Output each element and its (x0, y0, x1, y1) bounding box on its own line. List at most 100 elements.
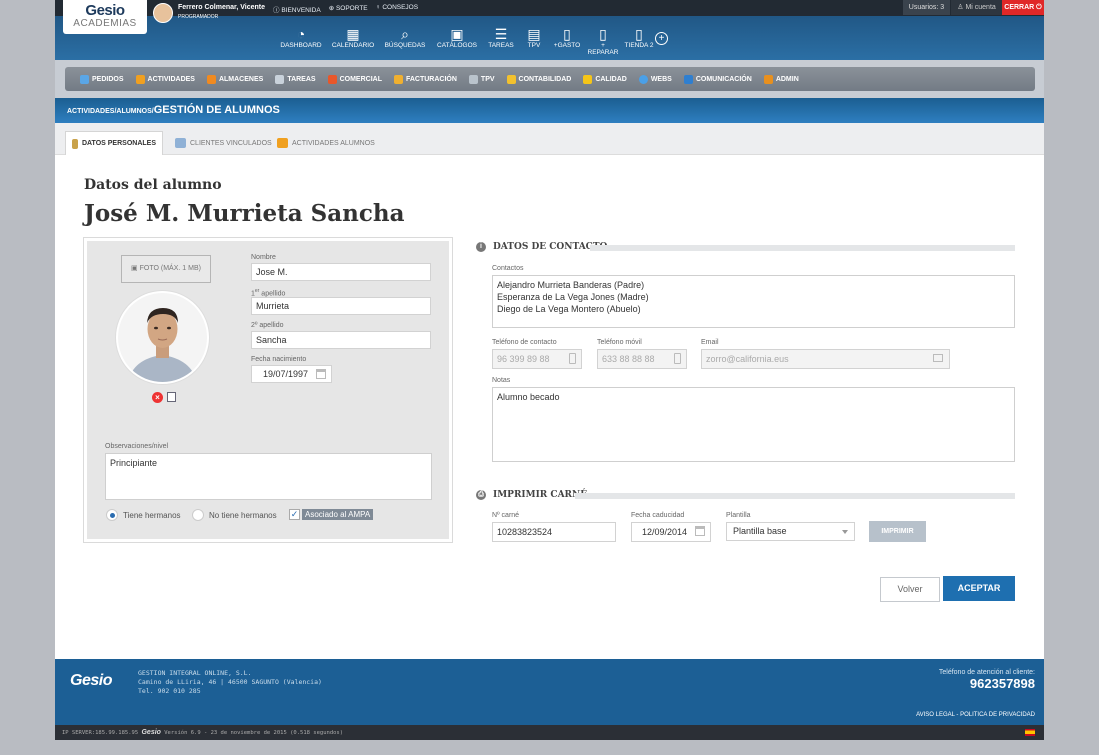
student-photo (116, 291, 209, 384)
notas-field[interactable]: Alumno becado (492, 387, 1015, 462)
observaciones-label: Observaciones/nivel (105, 443, 169, 450)
module-tareas[interactable]: TAREAS (275, 74, 316, 84)
module-facturacion[interactable]: FACTURACIÓN (393, 74, 457, 84)
bottom-logo: Gesio (141, 729, 161, 736)
mi-cuenta-link[interactable]: ♙ Mi cuenta (951, 0, 1002, 15)
imprimir-button[interactable]: IMPRIMIR (869, 521, 926, 542)
module-comunicacion[interactable]: COMUNICACIÓN (683, 74, 752, 84)
observaciones-field[interactable]: Principiante (105, 453, 432, 500)
module-calidad[interactable]: CALIDAD (583, 74, 627, 84)
nav-dashboard[interactable]: ◔ DASHBOARD (275, 26, 327, 56)
apellido2-field[interactable]: Sancha (251, 331, 431, 349)
tab-actividades-alumnos[interactable]: ACTIVIDADES ALUMNOS (271, 131, 381, 155)
section-divider (590, 245, 1015, 251)
nav-reparar[interactable]: ▯ + REPARAR (585, 26, 621, 56)
user-icon: ♙ (957, 4, 964, 11)
add-shortcut-icon[interactable]: + (655, 32, 668, 45)
personal-data-inner: ▣ FOTO (MÁX. 1 MB) × Nombre Jose M. 1er … (87, 241, 449, 539)
tab-clientes-vinculados[interactable]: CLIENTES VINCULADOS (169, 131, 278, 155)
soporte-link[interactable]: ⊕ SOPORTE (329, 4, 368, 14)
top-header: Gesio ACADEMIAS Ferrero Colmenar, Vicent… (55, 0, 1044, 60)
power-icon: ⏻ (1036, 4, 1042, 11)
plantilla-select[interactable]: Plantilla base (726, 522, 855, 541)
caducidad-label: Fecha caducidad (631, 512, 685, 519)
spain-flag-icon[interactable] (1025, 729, 1035, 736)
tpv-icon (468, 74, 478, 84)
module-comercial[interactable]: COMERCIAL (327, 74, 382, 84)
volver-button[interactable]: Volver (880, 577, 940, 602)
nav-tareas[interactable]: ☰ TAREAS (483, 26, 519, 56)
numero-carne-field[interactable]: 10283823524 (492, 522, 616, 542)
list-icon: ☰ (494, 26, 508, 42)
telefono-field[interactable]: 96 399 89 88 (492, 349, 582, 369)
nacimiento-field[interactable]: 19/07/1997 (251, 365, 332, 383)
image-icon: ▣ (131, 265, 138, 272)
users-count[interactable]: Usuarios: 3 (903, 0, 950, 15)
consejos-link[interactable]: ♀ CONSEJOS (376, 4, 418, 14)
caducidad-field[interactable]: 12/09/2014 (631, 522, 711, 542)
telefono-label: Teléfono de contacto (492, 339, 557, 346)
module-almacenes[interactable]: ALMACENES (206, 74, 263, 84)
star-icon (583, 74, 593, 84)
calendar-icon[interactable] (695, 526, 705, 536)
logout-label: CERRAR (1004, 4, 1035, 11)
movil-field[interactable]: 633 88 88 88 (597, 349, 687, 369)
avatar[interactable] (153, 3, 173, 23)
apellido1-label: 1er apellido (251, 288, 285, 297)
breadcrumb-alumnos[interactable]: ALUMNOS (116, 108, 151, 115)
delete-photo-icon[interactable]: × (152, 392, 163, 403)
breadcrumb: ACTIVIDADES/ALUMNOS/GESTIÓN DE ALUMNOS (67, 104, 280, 116)
upload-photo-button[interactable]: ▣ FOTO (MÁX. 1 MB) (121, 255, 211, 283)
module-pedidos[interactable]: PEDIDOS (80, 74, 124, 84)
apellido2-label: 2º apellido (251, 322, 284, 329)
module-contabilidad[interactable]: CONTABILIDAD (506, 74, 571, 84)
email-field[interactable]: zorro@california.eus (701, 349, 950, 369)
module-admin[interactable]: ADMIN (763, 74, 799, 84)
module-actividades[interactable]: ACTIVIDADES (135, 74, 195, 84)
bienvenida-link[interactable]: ⓘ BIENVENIDA (273, 4, 321, 14)
module-tpv[interactable]: TPV (468, 74, 495, 84)
support-phone-label: Teléfono de atención al cliente: (938, 669, 1035, 676)
logout-button[interactable]: CERRAR ⏻ (1002, 0, 1044, 15)
radio-no-tiene-hermanos[interactable]: No tiene hermanos (192, 509, 277, 521)
contactos-field[interactable]: Alejandro Murrieta Banderas (Padre) Espe… (492, 275, 1015, 328)
nav-tienda2[interactable]: ▯ TIENDA 2 (621, 26, 657, 56)
calendar-icon[interactable] (316, 369, 326, 379)
chevron-down-icon (842, 530, 848, 534)
user-name[interactable]: Ferrero Colmenar, Vicente (178, 4, 265, 11)
module-label: CALIDAD (595, 75, 627, 83)
nav-busquedas[interactable]: ⌕ BÚSQUEDAS (379, 26, 431, 56)
aceptar-button[interactable]: ACEPTAR (943, 576, 1015, 601)
radio-label: Tiene hermanos (123, 510, 181, 520)
search-icon: ⌕ (401, 26, 409, 42)
nav-calendario[interactable]: ▦ CALENDARIO (327, 26, 379, 56)
edit-photo-icon[interactable] (167, 392, 176, 402)
breadcrumb-actividades[interactable]: ACTIVIDADES (67, 108, 114, 115)
numero-carne-label: Nº carné (492, 512, 520, 519)
nav-tpv[interactable]: ▤ TPV (519, 26, 549, 56)
nav-catalogos[interactable]: ▣ CATÁLOGOS (431, 26, 483, 56)
app-logo[interactable]: Gesio ACADEMIAS (63, 0, 147, 34)
radio-tiene-hermanos[interactable]: Tiene hermanos (106, 509, 181, 521)
module-webs[interactable]: WEBS (638, 74, 672, 84)
radio-circle (192, 509, 204, 521)
facturacion-icon (393, 74, 403, 84)
logo-text: Gesio (85, 2, 125, 19)
plantilla-label: Plantilla (726, 512, 751, 519)
almacenes-icon (206, 74, 216, 84)
apellido1-field[interactable]: Murrieta (251, 297, 431, 315)
radio-label: No tiene hermanos (209, 510, 277, 520)
ampa-checkbox[interactable]: ✓ Asociado al AMPA (289, 509, 374, 520)
tab-datos-personales[interactable]: DATOS PERSONALES (65, 131, 163, 155)
nav-gasto[interactable]: ▯ +GASTO (549, 26, 585, 56)
contactos-label: Contactos (492, 265, 524, 272)
legal-links[interactable]: AVISO LEGAL - POLITICA DE PRIVACIDAD (916, 712, 1035, 718)
info-icon: i (476, 242, 486, 252)
module-label: ACTIVIDADES (147, 75, 195, 83)
nav-label: TAREAS (488, 42, 514, 49)
nombre-field[interactable]: Jose M. (251, 263, 431, 281)
module-bar: PEDIDOS ACTIVIDADES ALMACENES TAREAS COM… (65, 67, 1035, 91)
document-icon: ▯ (635, 26, 643, 42)
phone-icon (569, 353, 576, 364)
company-info: GESTION INTEGRAL ONLINE, S.L. Camino de … (138, 669, 322, 695)
